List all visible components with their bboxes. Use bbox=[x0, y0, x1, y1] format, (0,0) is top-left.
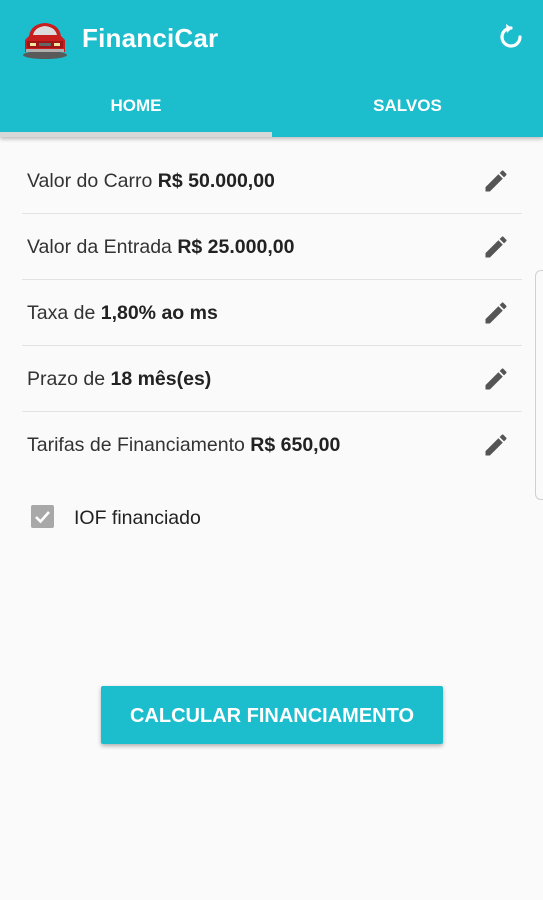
tab-indicator bbox=[0, 132, 272, 137]
pencil-icon[interactable] bbox=[482, 431, 510, 459]
tab-salvos[interactable]: SALVOS bbox=[272, 75, 543, 137]
app-title: FinanciCar bbox=[82, 23, 219, 53]
field-value: 1,80% ao ms bbox=[100, 302, 218, 324]
check-icon bbox=[35, 511, 50, 524]
field-row-term[interactable]: Prazo de 18 mês(es) bbox=[22, 346, 522, 412]
side-drawer-edge[interactable] bbox=[535, 270, 543, 500]
field-row-down-payment[interactable]: Valor da Entrada R$ 25.000,00 bbox=[22, 214, 522, 280]
field-value: 18 mês(es) bbox=[110, 368, 212, 390]
car-icon bbox=[23, 23, 67, 59]
refresh-icon[interactable] bbox=[495, 21, 527, 53]
tab-home[interactable]: HOME bbox=[0, 75, 272, 137]
field-value: R$ 650,00 bbox=[250, 434, 341, 456]
calculate-button[interactable]: CALCULAR FINANCIAMENTO bbox=[101, 686, 443, 744]
field-label: Valor do Carro bbox=[27, 170, 153, 192]
pencil-icon[interactable] bbox=[482, 233, 510, 261]
app-bar: FinanciCar HOME SALVOS bbox=[0, 0, 543, 137]
field-value: R$ 50.000,00 bbox=[157, 170, 275, 192]
field-row-rate[interactable]: Taxa de 1,80% ao ms bbox=[22, 280, 522, 346]
iof-checkbox[interactable] bbox=[31, 505, 54, 528]
iof-label: IOF financiado bbox=[74, 507, 201, 529]
field-label: Tarifas de Financiamento bbox=[27, 434, 245, 456]
field-value: R$ 25.000,00 bbox=[177, 236, 295, 258]
field-row-car-value[interactable]: Valor do Carro R$ 50.000,00 bbox=[22, 148, 522, 214]
field-label: Valor da Entrada bbox=[27, 236, 172, 258]
field-label: Taxa de bbox=[27, 302, 96, 324]
pencil-icon[interactable] bbox=[482, 299, 510, 327]
pencil-icon[interactable] bbox=[482, 167, 510, 195]
field-row-fees[interactable]: Tarifas de Financiamento R$ 650,00 bbox=[22, 412, 522, 477]
field-label: Prazo de bbox=[27, 368, 106, 390]
tab-bar: HOME SALVOS bbox=[0, 75, 543, 137]
field-list: Valor do Carro R$ 50.000,00 Valor da Ent… bbox=[22, 148, 522, 477]
pencil-icon[interactable] bbox=[482, 365, 510, 393]
